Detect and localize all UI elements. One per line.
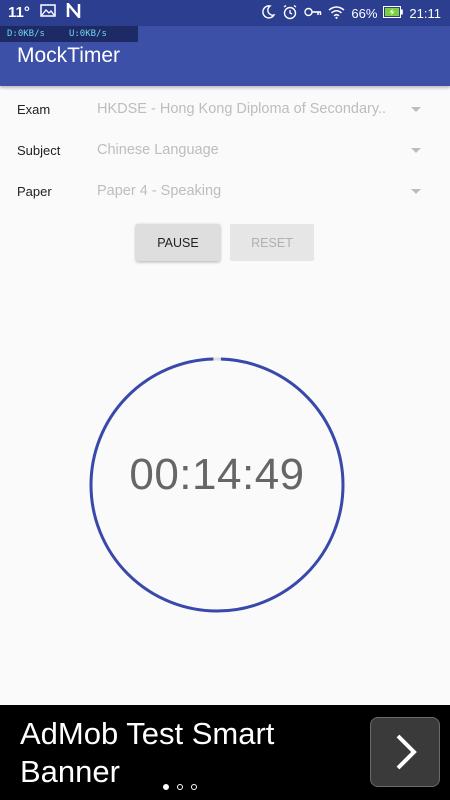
exam-label: Exam: [17, 102, 51, 117]
battery-icon: [383, 6, 404, 21]
alarm-icon: [282, 4, 298, 23]
dropdown-arrow-icon: [411, 107, 421, 112]
exam-row: Exam HKDSE - Hong Kong Diploma of Second…: [0, 96, 450, 126]
ad-page-indicator: [163, 784, 197, 790]
status-bar: 11° 66% 21:11: [0, 0, 450, 26]
clock-time: 21:11: [409, 6, 441, 21]
paper-spinner[interactable]: Paper 4 - Speaking: [97, 178, 427, 208]
battery-percent: 66%: [351, 6, 378, 21]
temperature: 11°: [8, 4, 30, 21]
pause-button[interactable]: PAUSE: [136, 224, 220, 261]
ad-page-dot: [177, 784, 183, 790]
subject-label: Subject: [17, 143, 61, 158]
key-icon: [304, 6, 322, 21]
moon-icon: [260, 4, 276, 23]
app-title: MockTimer: [17, 44, 121, 67]
dropdown-arrow-icon: [411, 148, 421, 153]
timer-display: 00:14:49: [129, 450, 305, 499]
ad-banner[interactable]: AdMob Test Smart Banner: [0, 705, 450, 800]
dropdown-arrow-icon: [411, 189, 421, 194]
network-speed-overlay: D:0KB/s U:0KB/s: [0, 26, 138, 42]
upload-speed: U:0KB/s: [68, 29, 107, 39]
ad-banner-text: AdMob Test Smart Banner: [20, 716, 275, 789]
paper-label: Paper: [17, 184, 52, 199]
ad-next-button[interactable]: [370, 717, 440, 787]
exam-spinner[interactable]: HKDSE - Hong Kong Diploma of Secondary..: [97, 96, 427, 126]
download-speed: D:0KB/s: [7, 29, 45, 39]
subject-row: Subject Chinese Language: [0, 137, 450, 167]
subject-value: Chinese Language: [97, 142, 219, 158]
ad-page-dot: [163, 784, 169, 790]
status-right: 66% 21:11: [260, 4, 441, 23]
subject-spinner[interactable]: Chinese Language: [97, 137, 427, 167]
reset-button[interactable]: RESET: [230, 224, 314, 261]
n-notification-icon: [66, 0, 81, 22]
image-icon: [40, 4, 56, 21]
chevron-right-icon: [396, 734, 417, 770]
wifi-icon: [328, 5, 345, 22]
paper-value: Paper 4 - Speaking: [97, 183, 222, 199]
ad-page-dot: [191, 784, 197, 790]
paper-row: Paper Paper 4 - Speaking: [0, 178, 450, 208]
status-left: 11°: [8, 0, 81, 22]
exam-value: HKDSE - Hong Kong Diploma of Secondary..: [97, 101, 387, 117]
